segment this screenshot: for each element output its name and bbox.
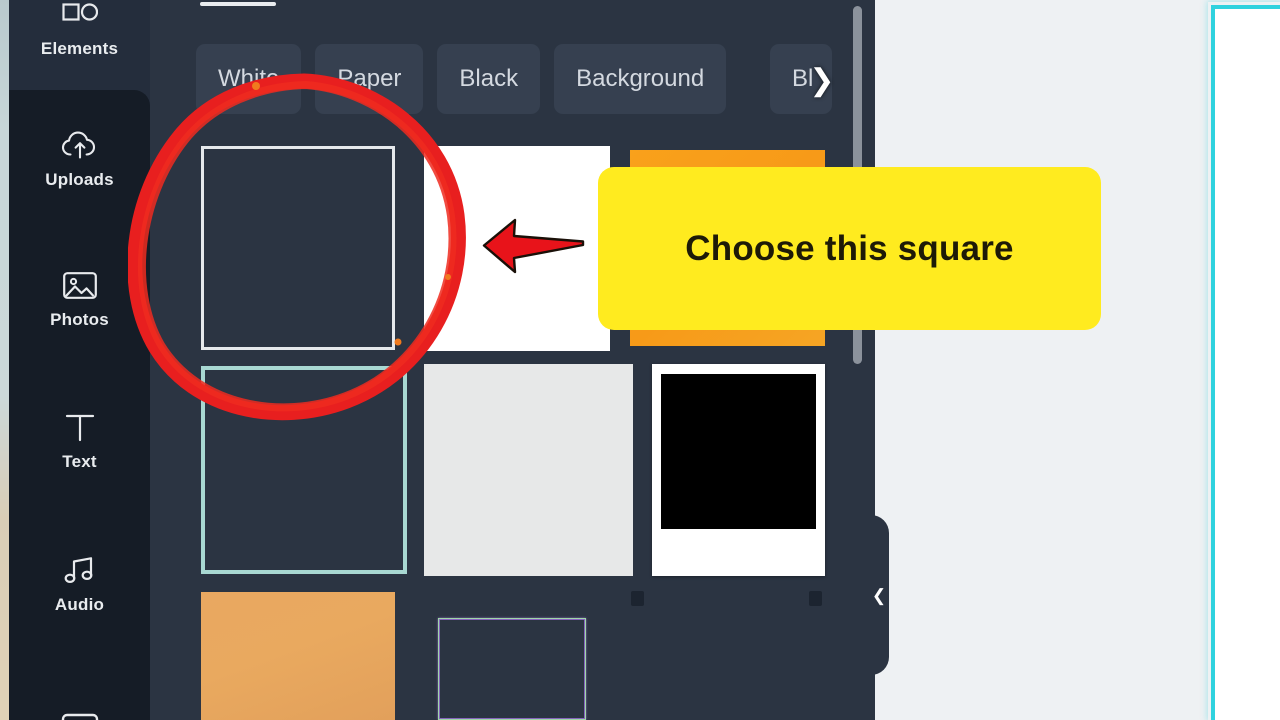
- filter-chip-white[interactable]: White: [196, 44, 302, 114]
- sidebar-item-label: Uploads: [45, 169, 114, 189]
- result-tile-neon-outline-rectangle[interactable]: [438, 618, 586, 720]
- canvas-page-selected[interactable]: [1211, 5, 1280, 720]
- sidebar-item-label: Photos: [50, 309, 109, 329]
- page-edge-strip: [0, 0, 9, 720]
- panel-drag-handle[interactable]: [200, 2, 276, 6]
- result-tile-tan-gradient-square[interactable]: [201, 592, 395, 720]
- result-tile-white-square[interactable]: [424, 146, 610, 351]
- result-tile-marker-dot: [809, 591, 822, 606]
- text-t-icon: [60, 409, 100, 445]
- chevron-right-icon[interactable]: ❯: [805, 60, 839, 100]
- callout-choose-this-square: Choose this square: [598, 167, 1101, 330]
- video-play-icon: [60, 710, 100, 720]
- cloud-upload-icon: [60, 127, 100, 163]
- sidebar-item-uploads[interactable]: Uploads: [9, 118, 150, 198]
- screenshot-stage: Elements Uploads Photos Text Audio ❮ Whi…: [0, 0, 1280, 720]
- filter-chip-black[interactable]: Black: [437, 44, 541, 114]
- filter-chip-paper[interactable]: Paper: [315, 44, 424, 114]
- sidebar-item-audio[interactable]: Audio: [9, 543, 150, 623]
- callout-text: Choose this square: [685, 228, 1014, 268]
- result-tile-light-gray-square[interactable]: [424, 364, 633, 576]
- sidebar-item-label: Elements: [40, 38, 119, 58]
- sidebar-item-text[interactable]: Text: [9, 400, 150, 480]
- music-note-icon: [60, 552, 100, 588]
- polaroid-photo-area: [661, 374, 816, 529]
- filter-chip-background[interactable]: Background: [554, 44, 727, 114]
- filter-chip-label: Background: [576, 65, 705, 92]
- sidebar-item-label: Text: [62, 451, 97, 471]
- sidebar-item-elements[interactable]: Elements: [9, 0, 150, 62]
- sidebar-item-photos[interactable]: Photos: [9, 258, 150, 338]
- filter-chip-label: Black: [459, 65, 519, 92]
- filter-chip-label: Paper: [337, 65, 402, 92]
- result-tile-dark-square-mint-border[interactable]: [201, 366, 407, 574]
- square-circle-icon: [60, 0, 100, 32]
- result-tile-polaroid-frame[interactable]: [652, 364, 825, 576]
- filter-chip-label: White: [218, 65, 280, 92]
- sidebar-item-label: Audio: [54, 594, 105, 614]
- image-icon: [60, 267, 100, 303]
- result-tile-marker-dot: [631, 591, 644, 606]
- result-tile-dark-square-white-border[interactable]: [201, 146, 395, 350]
- filter-chip-list: White Paper Black Background: [196, 44, 727, 114]
- sidebar-item-videos[interactable]: [9, 698, 150, 720]
